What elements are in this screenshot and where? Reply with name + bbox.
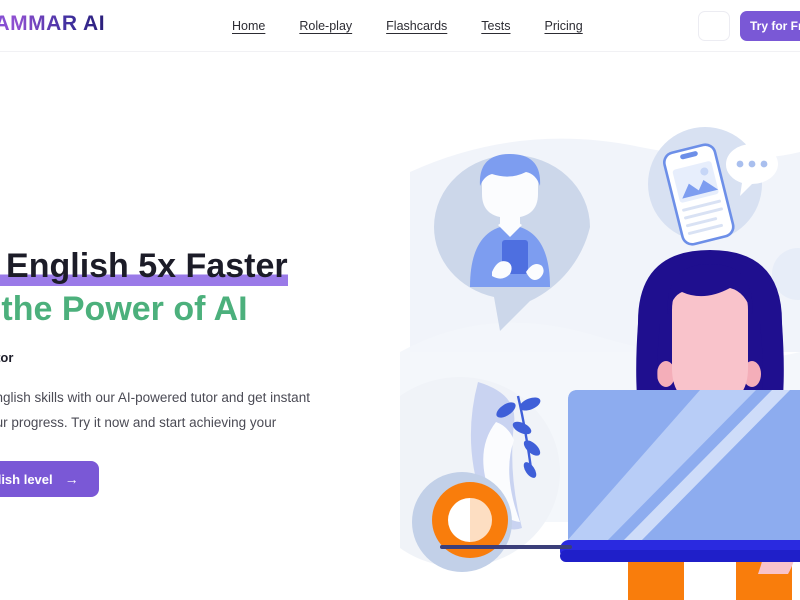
hero-headline-highlight: Learn English 5x Faster (0, 247, 288, 286)
nav-item-home[interactable]: Home (232, 19, 265, 33)
nav-item-flashcards[interactable]: Flashcards (386, 19, 447, 33)
hero-headline-line1: Learn English 5x Faster (0, 245, 324, 287)
orange-circle-object (412, 472, 512, 572)
try-for-free-button[interactable]: Try for Free (740, 11, 800, 41)
test-english-level-button[interactable]: Test your English level → (0, 461, 99, 497)
site-logo[interactable]: GRAMMAR AI (0, 12, 105, 36)
cta-label: Test your English level (0, 471, 53, 487)
hero-illustration (400, 52, 800, 600)
main-navigation: Home Role-play Flashcards Tests Pricing (232, 19, 583, 33)
hero-illustration-svg (400, 127, 800, 600)
nav-item-role-play[interactable]: Role-play (299, 19, 352, 33)
hero-body-copy: Improve your English skills with our AI-… (0, 390, 310, 430)
arrow-right-icon: → (64, 471, 79, 487)
nav-item-pricing[interactable]: Pricing (544, 19, 582, 33)
nav-item-tests[interactable]: Tests (481, 19, 510, 33)
language-selector-button[interactable] (698, 11, 730, 41)
hero-text-block: Learn English 5x Faster with the Power o… (0, 52, 400, 600)
site-header: GRAMMAR AI Home Role-play Flashcards Tes… (0, 0, 800, 52)
hero-headline-line2: with the Power of AI (0, 290, 248, 328)
landing-page: GRAMMAR AI Home Role-play Flashcards Tes… (0, 0, 800, 600)
hero-eyebrow: AI English Tutor (0, 350, 14, 365)
